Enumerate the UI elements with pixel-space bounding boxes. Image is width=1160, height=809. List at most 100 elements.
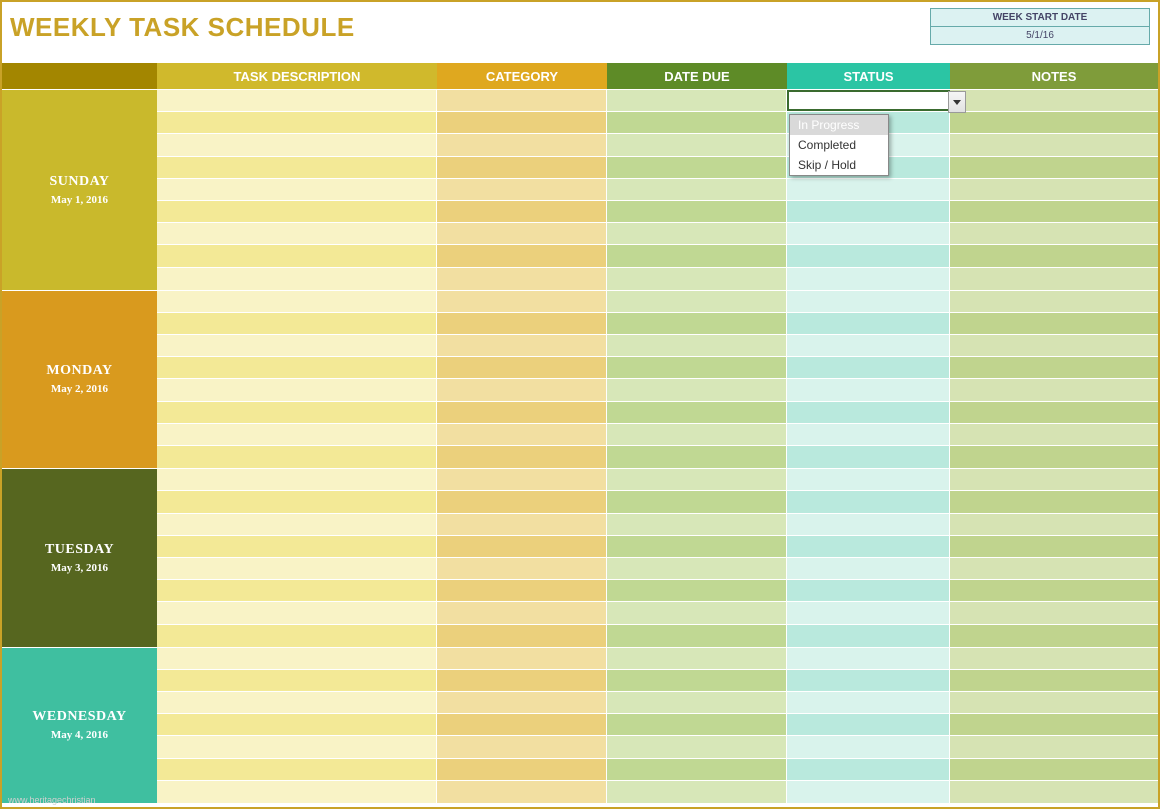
status-cell[interactable] xyxy=(787,648,950,669)
task-cell[interactable] xyxy=(157,245,437,266)
category-cell[interactable] xyxy=(437,335,607,356)
due-cell[interactable] xyxy=(607,625,787,647)
notes-cell[interactable] xyxy=(950,714,1158,735)
due-cell[interactable] xyxy=(607,90,787,111)
status-cell[interactable] xyxy=(787,625,950,647)
status-cell[interactable] xyxy=(787,201,950,222)
task-cell[interactable] xyxy=(157,670,437,691)
status-cell[interactable] xyxy=(787,759,950,780)
due-cell[interactable] xyxy=(607,469,787,490)
category-cell[interactable] xyxy=(437,625,607,647)
task-cell[interactable] xyxy=(157,602,437,623)
task-cell[interactable] xyxy=(157,714,437,735)
task-cell[interactable] xyxy=(157,736,437,757)
category-cell[interactable] xyxy=(437,245,607,266)
due-cell[interactable] xyxy=(607,424,787,445)
status-cell[interactable] xyxy=(787,268,950,290)
task-cell[interactable] xyxy=(157,90,437,111)
task-cell[interactable] xyxy=(157,157,437,178)
due-cell[interactable] xyxy=(607,291,787,312)
notes-cell[interactable] xyxy=(950,648,1158,669)
category-cell[interactable] xyxy=(437,514,607,535)
task-cell[interactable] xyxy=(157,424,437,445)
category-cell[interactable] xyxy=(437,313,607,334)
notes-cell[interactable] xyxy=(950,179,1158,200)
status-cell[interactable] xyxy=(787,692,950,713)
category-cell[interactable] xyxy=(437,157,607,178)
due-cell[interactable] xyxy=(607,714,787,735)
due-cell[interactable] xyxy=(607,692,787,713)
due-cell[interactable] xyxy=(607,313,787,334)
status-cell[interactable] xyxy=(787,223,950,244)
status-cell[interactable] xyxy=(787,536,950,557)
notes-cell[interactable] xyxy=(950,558,1158,579)
task-cell[interactable] xyxy=(157,648,437,669)
category-cell[interactable] xyxy=(437,491,607,512)
task-cell[interactable] xyxy=(157,335,437,356)
task-cell[interactable] xyxy=(157,112,437,133)
category-cell[interactable] xyxy=(437,291,607,312)
category-cell[interactable] xyxy=(437,446,607,468)
notes-cell[interactable] xyxy=(950,313,1158,334)
notes-cell[interactable] xyxy=(950,134,1158,155)
status-cell[interactable] xyxy=(787,245,950,266)
notes-cell[interactable] xyxy=(950,536,1158,557)
category-cell[interactable] xyxy=(437,670,607,691)
task-cell[interactable] xyxy=(157,357,437,378)
category-cell[interactable] xyxy=(437,580,607,601)
status-option[interactable]: Skip / Hold xyxy=(790,155,888,175)
task-cell[interactable] xyxy=(157,781,437,803)
task-cell[interactable] xyxy=(157,268,437,290)
category-cell[interactable] xyxy=(437,602,607,623)
task-cell[interactable] xyxy=(157,469,437,490)
due-cell[interactable] xyxy=(607,335,787,356)
task-cell[interactable] xyxy=(157,446,437,468)
notes-cell[interactable] xyxy=(950,580,1158,601)
notes-cell[interactable] xyxy=(950,379,1158,400)
due-cell[interactable] xyxy=(607,402,787,423)
due-cell[interactable] xyxy=(607,223,787,244)
notes-cell[interactable] xyxy=(950,692,1158,713)
status-cell[interactable] xyxy=(787,446,950,468)
due-cell[interactable] xyxy=(607,157,787,178)
category-cell[interactable] xyxy=(437,201,607,222)
due-cell[interactable] xyxy=(607,268,787,290)
due-cell[interactable] xyxy=(607,201,787,222)
category-cell[interactable] xyxy=(437,379,607,400)
status-cell[interactable] xyxy=(787,580,950,601)
category-cell[interactable] xyxy=(437,736,607,757)
dropdown-arrow-icon[interactable] xyxy=(948,91,966,113)
task-cell[interactable] xyxy=(157,491,437,512)
notes-cell[interactable] xyxy=(950,201,1158,222)
status-cell[interactable] xyxy=(787,313,950,334)
status-cell[interactable] xyxy=(787,602,950,623)
task-cell[interactable] xyxy=(157,379,437,400)
notes-cell[interactable] xyxy=(950,223,1158,244)
status-cell[interactable] xyxy=(787,781,950,803)
status-cell[interactable] xyxy=(787,714,950,735)
status-cell[interactable] xyxy=(787,558,950,579)
status-cell[interactable] xyxy=(787,514,950,535)
category-cell[interactable] xyxy=(437,424,607,445)
category-cell[interactable] xyxy=(437,223,607,244)
status-option[interactable]: In Progress xyxy=(790,115,888,135)
category-cell[interactable] xyxy=(437,781,607,803)
notes-cell[interactable] xyxy=(950,112,1158,133)
category-cell[interactable] xyxy=(437,90,607,111)
status-dropdown[interactable]: In ProgressCompletedSkip / Hold xyxy=(789,114,889,176)
category-cell[interactable] xyxy=(437,134,607,155)
due-cell[interactable] xyxy=(607,245,787,266)
due-cell[interactable] xyxy=(607,446,787,468)
notes-cell[interactable] xyxy=(950,602,1158,623)
notes-cell[interactable] xyxy=(950,736,1158,757)
task-cell[interactable] xyxy=(157,759,437,780)
due-cell[interactable] xyxy=(607,781,787,803)
task-cell[interactable] xyxy=(157,402,437,423)
notes-cell[interactable] xyxy=(950,670,1158,691)
notes-cell[interactable] xyxy=(950,469,1158,490)
notes-cell[interactable] xyxy=(950,335,1158,356)
status-cell[interactable] xyxy=(787,736,950,757)
notes-cell[interactable] xyxy=(950,514,1158,535)
notes-cell[interactable] xyxy=(950,291,1158,312)
due-cell[interactable] xyxy=(607,580,787,601)
